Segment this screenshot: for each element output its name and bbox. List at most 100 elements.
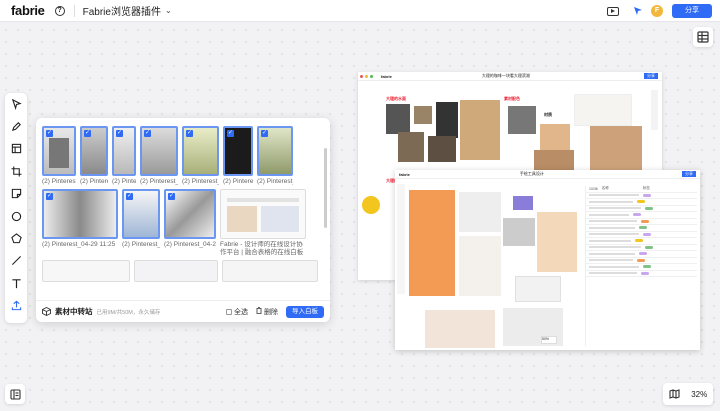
- delete-button[interactable]: 删除: [256, 306, 278, 317]
- material-caption: (2) Pinterest_04-29 11:25: [257, 178, 293, 185]
- material-caption: (2) Pinterest_04-29 11:25: [182, 178, 219, 185]
- material-card[interactable]: ✓ (2) Pinterest_04-29 11:25: [164, 189, 216, 257]
- material-thumbnail[interactable]: ✓: [140, 126, 178, 176]
- table-icon: [697, 31, 709, 43]
- material-card[interactable]: ✓ (2) Pinterest_04-29 11:25: [80, 126, 108, 186]
- crop-tool[interactable]: [5, 160, 27, 182]
- material-thumbnail[interactable]: [220, 189, 306, 239]
- checkbox-checked-icon[interactable]: ✓: [186, 130, 193, 137]
- pen-tool[interactable]: [5, 115, 27, 137]
- material-card[interactable]: [42, 260, 130, 282]
- material-card[interactable]: ✓ (2) Pinterest_04-29 11:25: [223, 126, 253, 186]
- material-thumbnail[interactable]: ✓: [80, 126, 108, 176]
- share-button[interactable]: 分享: [672, 4, 712, 18]
- top-bar: fabrie ? Fabrie浏览器插件 ⌄ F 分享: [0, 0, 720, 22]
- checkbox-checked-icon[interactable]: ✓: [84, 130, 91, 137]
- select-all-checkbox[interactable]: 全选: [226, 307, 248, 317]
- material-thumbnail[interactable]: ✓: [164, 189, 216, 239]
- checkbox-checked-icon[interactable]: ✓: [46, 193, 53, 200]
- material-card[interactable]: ✓ (2) Pinterest_04-29 11:25: [42, 126, 76, 186]
- select-all-label: 全选: [234, 308, 249, 316]
- minimap-icon[interactable]: [669, 389, 680, 399]
- material-caption: (2) Pinterest_04-29 11:25: [164, 241, 216, 248]
- board-image: [414, 106, 432, 124]
- checkbox-checked-icon[interactable]: ✓: [227, 130, 234, 137]
- mini-top-bar: fabrie 手绘工具设计 分享: [395, 170, 700, 179]
- polygon-tool[interactable]: [5, 227, 27, 249]
- checkbox-checked-icon[interactable]: ✓: [126, 193, 133, 200]
- chevron-down-icon[interactable]: ⌄: [165, 6, 172, 15]
- select-tool[interactable]: [5, 93, 27, 115]
- material-card[interactable]: ✓ (2) Pinterest_04-29 11:25: [112, 126, 136, 186]
- material-card[interactable]: ✓ (2) Pinterest_04-29 11:25: [122, 189, 160, 257]
- sticky-note-icon: [11, 189, 21, 199]
- help-icon[interactable]: ?: [54, 5, 65, 16]
- mini-share-button: 分享: [644, 73, 658, 79]
- material-thumbnail[interactable]: ✓: [42, 126, 76, 176]
- cube-icon: [42, 307, 51, 316]
- checkbox-checked-icon[interactable]: ✓: [116, 130, 123, 137]
- import-to-board-button[interactable]: 导入白板: [286, 305, 324, 318]
- layers-panel-icon: [9, 388, 21, 400]
- material-row: ✓ (2) Pinterest_04-29 11:25 ✓ (2) Pinter…: [42, 126, 322, 186]
- material-card[interactable]: ✓ (2) Pinterest_04-29 11:25: [257, 126, 293, 186]
- material-thumbnail[interactable]: [134, 260, 218, 282]
- window-dot: [360, 74, 363, 78]
- material-card[interactable]: ✓ (2) Pinterest_04-29 11:25: [140, 126, 178, 186]
- divider: [73, 4, 75, 17]
- material-thumbnail[interactable]: ✓: [223, 126, 253, 176]
- board-preview-tool-design[interactable]: fabrie 手绘工具设计 分享 50% 10/36 名称 状态: [395, 170, 700, 350]
- board-image: [436, 102, 458, 138]
- board-image: [362, 196, 380, 214]
- checkbox-checked-icon[interactable]: ✓: [144, 130, 151, 137]
- upload-tool[interactable]: [5, 295, 27, 317]
- material-caption: (2) Pinterest_04-29 11:25: [223, 178, 253, 185]
- material-card[interactable]: [134, 260, 218, 282]
- material-thumbnail[interactable]: ✓: [182, 126, 219, 176]
- material-thumbnail[interactable]: [42, 260, 130, 282]
- layout-icon: [11, 144, 21, 154]
- avatar[interactable]: F: [651, 5, 663, 17]
- circle-tool[interactable]: [5, 205, 27, 227]
- checkbox-icon: [226, 308, 233, 315]
- material-card[interactable]: Fabrie - 设计师的在线设计协作平台 | 融合表格的在线白板工...: [220, 189, 306, 257]
- table-view-button[interactable]: [693, 27, 713, 47]
- mini-table: 10/36 名称 状态: [585, 186, 697, 346]
- document-title[interactable]: Fabrie浏览器插件: [83, 3, 161, 18]
- fabrie-logo[interactable]: fabrie: [11, 3, 45, 18]
- material-card[interactable]: [222, 260, 318, 282]
- line-tool[interactable]: [5, 250, 27, 272]
- frame-tool[interactable]: [5, 138, 27, 160]
- mini-top-bar: fabrie 大理的咖啡一块看大理滨湖 分享: [358, 72, 662, 81]
- checkbox-checked-icon[interactable]: ✓: [168, 193, 175, 200]
- text-tool[interactable]: [5, 272, 27, 294]
- layers-button[interactable]: [5, 384, 25, 404]
- material-thumbnail[interactable]: ✓: [122, 189, 160, 239]
- sticky-note-tool[interactable]: [5, 183, 27, 205]
- material-thumbnail[interactable]: ✓: [112, 126, 136, 176]
- board-image: [534, 150, 574, 170]
- presentation-play-icon[interactable]: [607, 6, 619, 16]
- material-thumbnail[interactable]: ✓: [257, 126, 293, 176]
- window-dot: [370, 74, 373, 78]
- table-row: [586, 271, 697, 277]
- mini-toolbar: [651, 90, 658, 130]
- board-image: [540, 124, 570, 150]
- panel-scrollbar[interactable]: [324, 148, 327, 228]
- material-thumbnail[interactable]: [222, 260, 318, 282]
- zoom-control[interactable]: 32%: [663, 383, 713, 405]
- material-thumbnail[interactable]: ✓: [42, 189, 118, 239]
- upload-icon: [11, 300, 21, 311]
- board-label: 大理的水面: [386, 96, 406, 101]
- material-caption: (2) Pinterest_04-29 11:25: [122, 241, 160, 248]
- checkbox-checked-icon[interactable]: ✓: [46, 130, 53, 137]
- material-card[interactable]: ✓ (2) Pinterest_04-29 11:25: [182, 126, 219, 186]
- board-image: [503, 218, 535, 246]
- checkbox-checked-icon[interactable]: ✓: [261, 130, 268, 137]
- material-card[interactable]: ✓ (2) Pinterest_04-29 11:25: [42, 189, 118, 257]
- left-toolbar: [5, 93, 27, 323]
- mini-logo: fabrie: [399, 171, 410, 177]
- board-image: [428, 136, 456, 162]
- cursor-follow-icon[interactable]: [633, 6, 643, 16]
- zoom-level[interactable]: 32%: [691, 390, 707, 399]
